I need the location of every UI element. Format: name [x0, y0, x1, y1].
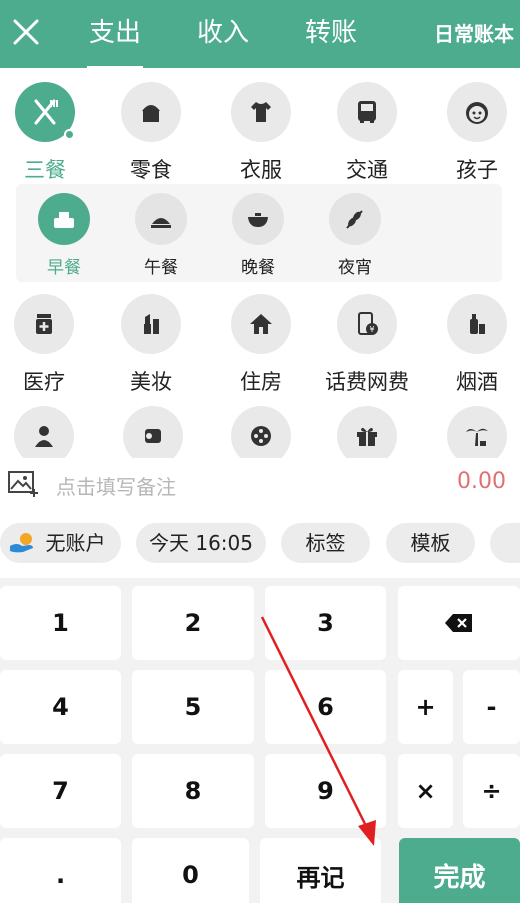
category-phone-bill[interactable]: ¥ 话费网费	[315, 294, 419, 396]
key-1[interactable]: 1	[0, 586, 121, 660]
breakfast-icon	[38, 193, 90, 245]
subcategory-label: 早餐	[47, 258, 81, 278]
category-label: 美妆	[130, 370, 172, 394]
category-label: 医疗	[23, 370, 65, 394]
dinner-bowl-icon	[232, 193, 284, 245]
person-icon	[14, 406, 74, 458]
wallet-hand-icon	[10, 533, 33, 553]
top-bar: 支出 收入 转账 日常账本	[0, 0, 520, 69]
close-icon[interactable]	[12, 18, 40, 46]
key-plus[interactable]: +	[398, 670, 453, 744]
tissue-roll-icon	[123, 406, 183, 458]
fork-knife-icon	[15, 82, 75, 142]
skewer-icon	[329, 193, 381, 245]
category-meals[interactable]: 三餐	[0, 82, 97, 184]
key-3[interactable]: 3	[265, 586, 386, 660]
key-decimal[interactable]: .	[0, 838, 121, 903]
category-medical[interactable]: 医疗	[0, 294, 96, 396]
key-0[interactable]: 0	[132, 838, 249, 903]
key-7[interactable]: 7	[0, 754, 121, 828]
category-label: 交通	[346, 158, 388, 182]
category-person[interactable]	[0, 406, 96, 458]
film-reel-icon	[231, 406, 291, 458]
subcategory-label: 夜宵	[338, 258, 372, 278]
amount-display: 0.00	[457, 469, 506, 494]
key-8[interactable]: 8	[132, 754, 254, 828]
category-kids[interactable]: 孩子	[425, 82, 520, 184]
category-label: 烟酒	[456, 370, 498, 394]
note-row: 点击填写备注 0.00	[0, 458, 520, 510]
phone-bill-icon: ¥	[337, 294, 397, 354]
category-gift[interactable]	[315, 406, 419, 458]
subcategory-label: 午餐	[144, 258, 178, 278]
template-chip[interactable]: 模板	[386, 523, 475, 563]
chip-label: 无账户	[45, 531, 106, 555]
key-5[interactable]: 5	[132, 670, 254, 744]
category-label: 三餐	[24, 158, 66, 182]
key-6[interactable]: 6	[265, 670, 386, 744]
subcategory-dinner[interactable]: 晚餐	[221, 193, 295, 278]
lipstick-icon	[121, 294, 181, 354]
category-housing[interactable]: 住房	[209, 294, 313, 396]
key-divide[interactable]: ÷	[463, 754, 520, 828]
category-entertainment[interactable]	[209, 406, 313, 458]
tag-chip[interactable]: 标签	[281, 523, 370, 563]
category-label: 零食	[130, 158, 172, 182]
subcategory-breakfast[interactable]: 早餐	[27, 193, 101, 278]
photo-add-icon[interactable]	[8, 469, 40, 499]
category-travel[interactable]	[425, 406, 520, 458]
key-minus[interactable]: -	[463, 670, 520, 744]
account-chip[interactable]: 无账户	[0, 523, 121, 563]
tab-income[interactable]: 收入	[197, 16, 249, 50]
keypad: 1 2 3 4 5 6 + - 7 8 9 × ÷ . 0 再记 完成	[0, 578, 520, 903]
category-tobacco-alcohol[interactable]: 烟酒	[425, 294, 520, 396]
selected-dot	[64, 129, 75, 140]
key-9[interactable]: 9	[265, 754, 386, 828]
palm-tree-icon	[447, 406, 507, 458]
lunch-icon	[135, 193, 187, 245]
tab-expense[interactable]: 支出	[86, 16, 144, 69]
category-makeup[interactable]: 美妆	[99, 294, 203, 396]
baby-face-icon	[447, 82, 507, 142]
category-label: 孩子	[456, 158, 498, 182]
house-icon	[231, 294, 291, 354]
key-multiply[interactable]: ×	[398, 754, 453, 828]
category-label: 衣服	[240, 158, 282, 182]
key-4[interactable]: 4	[0, 670, 121, 744]
note-input[interactable]: 点击填写备注	[56, 471, 176, 500]
category-panel: 三餐 零食 衣服 交通 孩子 早餐 午餐 晚餐 夜宵 医疗 美妆 住房 ¥ 话费…	[0, 68, 520, 458]
category-label: 住房	[240, 370, 282, 394]
tab-transfer[interactable]: 转账	[305, 16, 357, 50]
gift-icon	[337, 406, 397, 458]
medicine-icon	[14, 294, 74, 354]
book-selector[interactable]: 日常账本	[434, 20, 514, 48]
subcategory-panel: 早餐 午餐 晚餐 夜宵	[16, 184, 502, 282]
more-chip[interactable]	[490, 523, 520, 563]
category-tissue[interactable]	[101, 406, 205, 458]
category-label: 话费网费	[325, 370, 409, 394]
backspace-icon	[445, 614, 472, 632]
subcategory-late-snack[interactable]: 夜宵	[318, 193, 392, 278]
subcategory-label: 晚餐	[241, 258, 275, 278]
key-2[interactable]: 2	[132, 586, 254, 660]
category-clothes[interactable]: 衣服	[209, 82, 313, 184]
date-chip[interactable]: 今天 16:05	[136, 523, 266, 563]
done-button[interactable]: 完成	[399, 838, 520, 903]
bus-icon	[337, 82, 397, 142]
backspace-key[interactable]	[398, 586, 520, 660]
category-snacks[interactable]: 零食	[99, 82, 203, 184]
shirt-icon	[231, 82, 291, 142]
svg-text:¥: ¥	[369, 325, 374, 334]
category-transport[interactable]: 交通	[315, 82, 419, 184]
subcategory-lunch[interactable]: 午餐	[124, 193, 198, 278]
cupcake-icon	[121, 82, 181, 142]
record-again-button[interactable]: 再记	[260, 838, 381, 903]
bottle-icon	[447, 294, 507, 354]
option-chips: 无账户 今天 16:05 标签 模板	[0, 510, 520, 578]
